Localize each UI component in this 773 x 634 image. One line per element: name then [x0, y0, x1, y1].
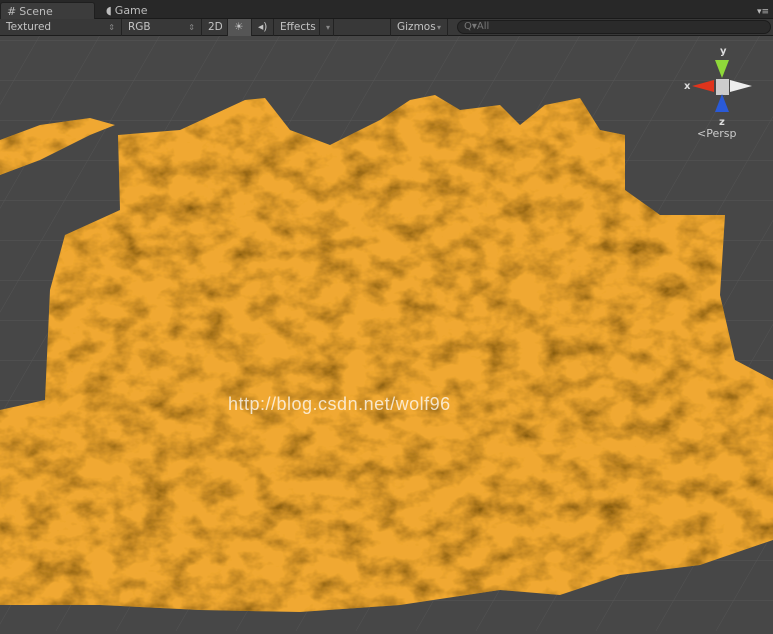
- pacman-icon: ◖: [106, 4, 112, 17]
- gizmos-label: Gizmos: [397, 21, 436, 33]
- tab-game[interactable]: ◖ Game: [100, 2, 154, 19]
- shading-mode-dropdown[interactable]: Textured ⇕: [0, 18, 122, 36]
- grid-icon: #: [7, 4, 17, 18]
- y-axis-cone[interactable]: [715, 60, 729, 78]
- search-icon: Q▾: [464, 21, 477, 32]
- search-placeholder: All: [476, 21, 490, 32]
- tab-scene[interactable]: # Scene: [0, 2, 95, 19]
- gizmo-y-label: y: [720, 46, 727, 57]
- gizmo-center-cube[interactable]: [716, 79, 729, 95]
- scene-viewport[interactable]: http://blog.csdn.net/wolf96: [0, 36, 773, 631]
- render-channel-dropdown[interactable]: RGB ⇕: [122, 18, 202, 36]
- channel-label: RGB: [128, 21, 151, 33]
- effects-button[interactable]: Effects: [274, 18, 320, 36]
- lighting-toggle[interactable]: ☀: [228, 18, 252, 36]
- watermark: http://blog.csdn.net/wolf96: [228, 394, 451, 414]
- search-input[interactable]: Q▾All: [457, 20, 771, 34]
- updown-icon: ⇕: [188, 22, 195, 32]
- projection-toggle[interactable]: <Persp: [697, 127, 736, 140]
- gizmo-x-label: x: [684, 81, 691, 92]
- 2d-toggle[interactable]: 2D: [202, 18, 228, 36]
- updown-icon: ⇕: [108, 22, 115, 32]
- effects-dropdown[interactable]: ▾: [320, 18, 334, 36]
- neg-x-axis-cone[interactable]: [730, 80, 752, 92]
- projection-label: Persp: [706, 127, 737, 140]
- z-axis-cone[interactable]: [715, 94, 729, 112]
- shading-label: Textured: [6, 21, 52, 33]
- speaker-icon: ◂): [258, 21, 268, 33]
- tab-bar: # Scene ◖ Game ▾≡: [0, 0, 773, 19]
- x-axis-cone[interactable]: [692, 80, 714, 92]
- tab-label: Scene: [19, 4, 53, 18]
- terrain-view: [0, 36, 773, 631]
- chevron-down-icon: ▾: [326, 22, 331, 32]
- gizmos-dropdown[interactable]: Gizmos ▾: [390, 18, 448, 36]
- audio-toggle[interactable]: ◂): [252, 18, 274, 36]
- persp-icon: <: [697, 127, 707, 140]
- sun-icon: ☀: [234, 21, 244, 33]
- tab-label: Game: [114, 4, 148, 17]
- chevron-down-icon: ▾: [436, 22, 441, 32]
- panel-menu-icon[interactable]: ▾≡: [757, 7, 769, 17]
